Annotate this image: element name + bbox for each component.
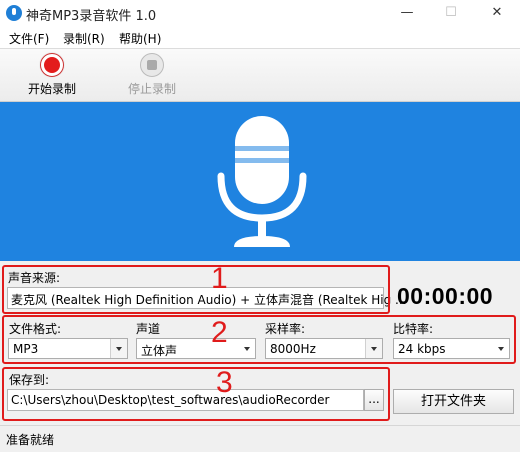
stop-record-button[interactable]: 停止录制 xyxy=(117,53,187,97)
recording-timer: 00:00:00 xyxy=(397,283,494,309)
status-bar: 准备就绪 xyxy=(0,425,520,452)
microphone-icon xyxy=(217,116,307,247)
open-folder-button[interactable]: 打开文件夹 xyxy=(393,389,514,414)
annotation-number-2: 2 xyxy=(211,316,228,349)
title-bar: 神奇MP3录音软件 1.0 — ☐ ✕ xyxy=(0,0,520,26)
menu-bar: 文件(F) 录制(R) 帮助(H) xyxy=(0,26,520,49)
window-title: 神奇MP3录音软件 1.0 xyxy=(26,9,157,24)
maximize-button[interactable]: ☐ xyxy=(428,0,474,26)
start-record-label: 开始录制 xyxy=(27,82,76,96)
app-icon xyxy=(6,5,22,21)
annotation-box-3 xyxy=(2,367,390,421)
stop-icon xyxy=(140,53,164,77)
status-text: 准备就绪 xyxy=(6,433,55,447)
menu-help[interactable]: 帮助(H) xyxy=(119,30,161,47)
stop-record-label: 停止录制 xyxy=(127,82,176,96)
close-button[interactable]: ✕ xyxy=(474,0,520,26)
menu-record[interactable]: 录制(R) xyxy=(63,30,105,47)
toolbar: 开始录制 停止录制 xyxy=(0,49,520,102)
annotation-number-1: 1 xyxy=(211,262,228,295)
record-icon xyxy=(40,53,64,77)
microphone-banner xyxy=(0,102,520,261)
annotation-box-1 xyxy=(2,265,390,314)
annotation-box-2 xyxy=(2,315,516,364)
minimize-button[interactable]: — xyxy=(384,0,430,26)
start-record-button[interactable]: 开始录制 xyxy=(17,53,87,97)
menu-file[interactable]: 文件(F) xyxy=(9,30,49,47)
annotation-number-3: 3 xyxy=(216,366,233,399)
